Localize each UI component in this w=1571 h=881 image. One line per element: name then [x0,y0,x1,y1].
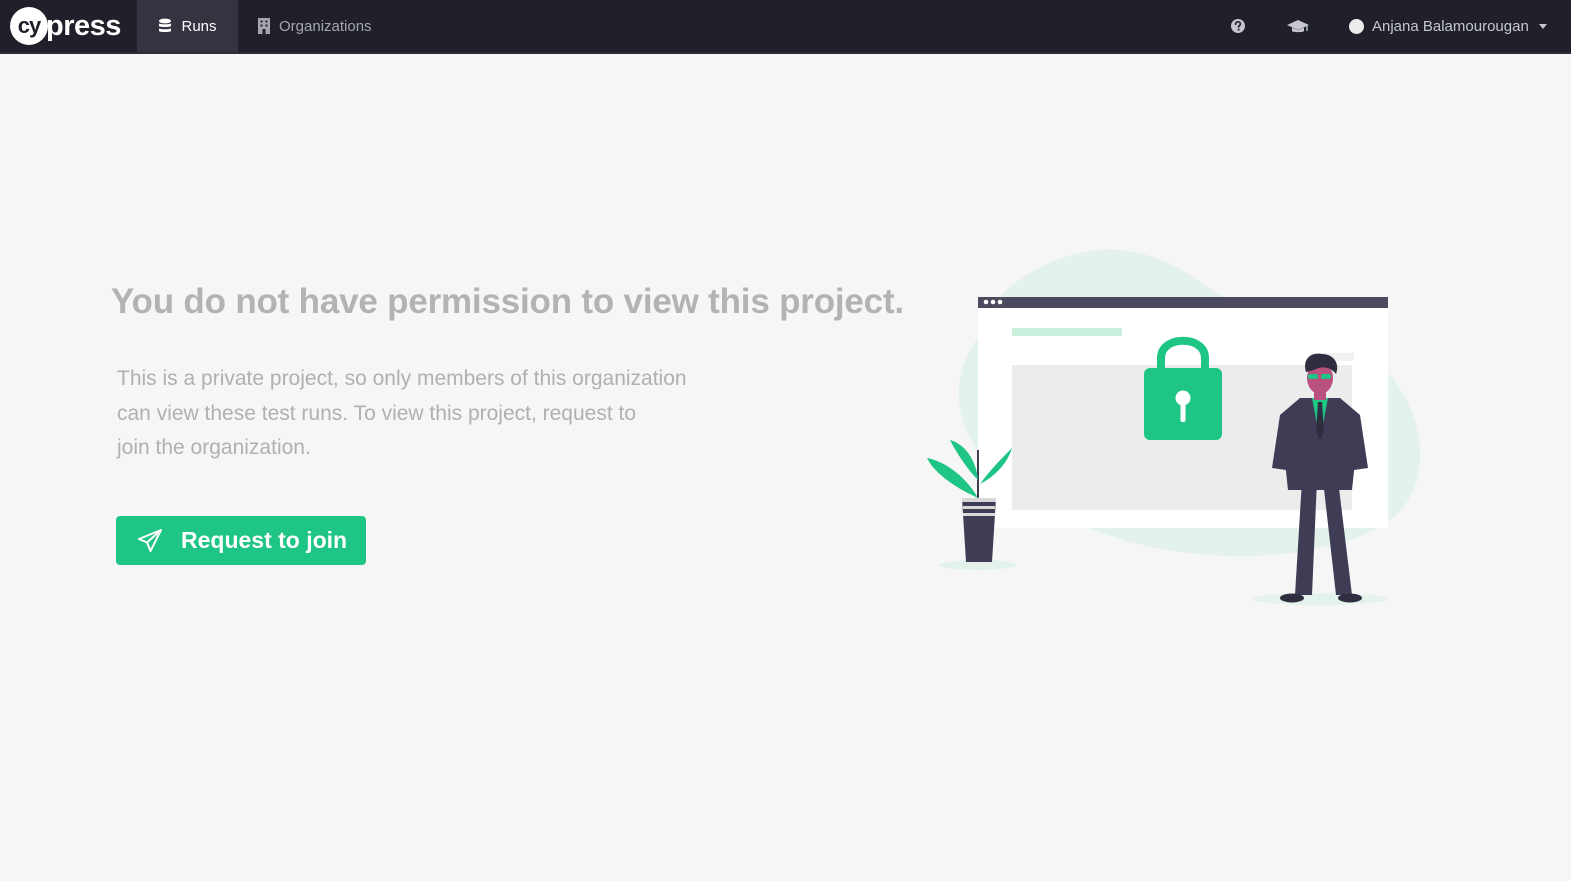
question-circle-icon[interactable] [1228,16,1248,36]
description-line: join the organization. [117,436,311,459]
description-line: can view these test runs. To view this p… [117,401,637,425]
building-icon [258,18,270,34]
logo-mark: cy [10,7,48,45]
nav-tab-runs-label: Runs [181,17,217,35]
page-title: You do not have permission to view this … [111,282,904,321]
nav-tab-organizations[interactable]: Organizations [258,0,372,52]
user-menu[interactable]: Anjana Balamourougan [1349,0,1547,52]
locked-project-illustration [927,249,1421,605]
graduation-cap-icon[interactable] [1286,16,1310,36]
user-name: Anjana Balamourougan [1372,17,1529,35]
nav-tab-runs[interactable]: Runs [137,0,238,52]
chevron-down-icon [1538,23,1547,29]
request-to-join-button[interactable]: Request to join [116,516,366,565]
paper-plane-icon [138,528,162,552]
request-to-join-label: Request to join [181,527,348,553]
avatar [1349,18,1364,34]
nav-tab-organizations-label: Organizations [279,17,372,35]
page-description: This is a private project, so only membe… [117,362,797,466]
top-navbar: cy press Runs Organizations Anjana Balam… [0,0,1571,54]
description-line: This is a private project, so only membe… [117,367,687,390]
database-icon [159,18,172,33]
logo-text: press [46,9,121,42]
cypress-logo[interactable]: cy press [10,6,121,46]
